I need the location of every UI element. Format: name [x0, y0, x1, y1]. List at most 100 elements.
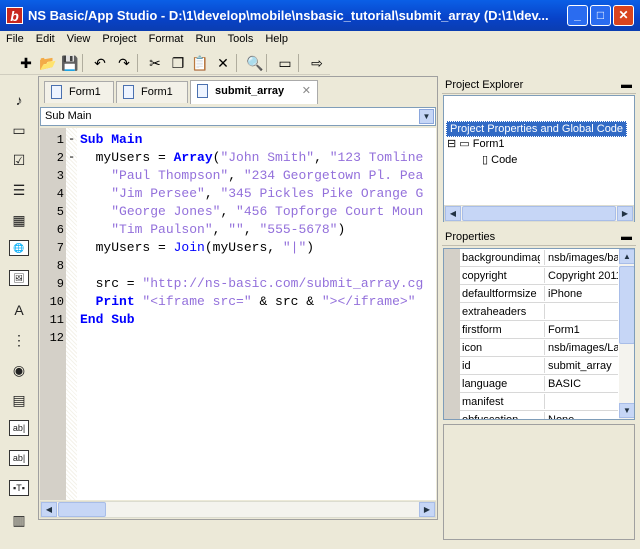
property-value[interactable]: Copyright 2011 [544, 268, 618, 283]
scroll-thumb[interactable] [462, 206, 616, 221]
property-value[interactable]: None [544, 412, 618, 419]
scroll-down-icon[interactable]: ▼ [619, 403, 634, 418]
run-arrow-icon[interactable]: ⇨ [307, 53, 327, 73]
menu-edit[interactable]: Edit [30, 31, 61, 45]
minimize-button[interactable]: _ [567, 5, 588, 26]
tree-item-code[interactable]: ▯ Code [482, 153, 517, 166]
procedure-dropdown[interactable]: Sub Main ▼ [40, 107, 436, 126]
property-value[interactable]: Form1 [544, 322, 618, 337]
menu-project[interactable]: Project [96, 31, 142, 45]
tree-item-project-properties[interactable]: Project Properties and Global Code [446, 121, 628, 137]
property-value[interactable]: nsb/images/Lau [544, 340, 618, 355]
property-row[interactable]: language BASIC [460, 375, 618, 393]
code-token: "></iframe>" [321, 294, 416, 309]
tree-item-form1[interactable]: ⊟ ▭ Form1 [447, 137, 505, 150]
form-icon [51, 85, 62, 99]
textarea-icon[interactable]: ab| [9, 450, 29, 466]
property-value[interactable]: iPhone [544, 286, 618, 301]
image-icon[interactable]: 🖼 [9, 270, 29, 286]
menu-tools[interactable]: Tools [222, 31, 260, 45]
property-value[interactable]: BASIC [544, 376, 618, 391]
globe-icon[interactable]: 🌐 [9, 240, 29, 256]
line-number: 6 [56, 223, 64, 237]
scroll-thumb[interactable] [58, 502, 106, 517]
form-icon[interactable]: ▭ [275, 53, 295, 73]
code-token: "555-5678" [259, 222, 338, 237]
scroll-right-icon[interactable]: ▶ [617, 206, 633, 221]
scroll-thumb[interactable] [619, 266, 634, 344]
calculator-icon[interactable]: ▥ [9, 510, 29, 530]
close-button[interactable]: ✕ [613, 5, 634, 26]
redo-icon[interactable]: ↷ [114, 53, 134, 73]
grid-icon[interactable]: ▦ [9, 210, 29, 230]
menu-format[interactable]: Format [143, 31, 190, 45]
property-value[interactable] [544, 304, 618, 319]
new-file-icon[interactable]: ✚ [16, 53, 36, 73]
property-value[interactable]: submit_array [544, 358, 618, 373]
tree-horizontal-scrollbar[interactable]: ◀ ▶ [444, 205, 634, 222]
button-icon[interactable]: ▭ [9, 120, 29, 140]
file-icon: ▯ [482, 154, 489, 166]
scroll-left-icon[interactable]: ◀ [41, 502, 57, 517]
cut-icon[interactable]: ✂ [145, 53, 165, 73]
property-row[interactable]: icon nsb/images/Lau [460, 339, 618, 357]
property-name: obfuscation [462, 414, 519, 420]
line-number: 2 [56, 151, 64, 165]
tab-close-icon[interactable]: ✕ [302, 84, 311, 97]
panel-close-icon[interactable]: ▬ [621, 79, 632, 91]
slider-icon[interactable]: ▪T▪ [9, 480, 29, 496]
code-area[interactable]: 1- Sub Main 2- myUsers = Array("John Smith… [40, 128, 436, 500]
label-icon[interactable]: A [9, 300, 29, 320]
tab-Form1[interactable]: Form1 [44, 81, 114, 103]
save-icon[interactable]: 💾 [60, 53, 80, 73]
paste-icon[interactable]: 📋 [190, 53, 210, 73]
property-row[interactable]: firstform Form1 [460, 321, 618, 339]
code-token: "" [228, 222, 244, 237]
find-icon[interactable]: 🔍 [245, 53, 265, 73]
picture-icon[interactable]: ▤ [9, 390, 29, 410]
property-value[interactable] [544, 394, 618, 409]
fold-marker-icon[interactable]: - [68, 132, 75, 146]
copy-icon[interactable]: ❐ [168, 53, 188, 73]
property-description-box [443, 424, 635, 540]
code-token: , [212, 222, 229, 237]
chevron-down-icon[interactable]: ▼ [419, 109, 434, 124]
code-token: (myUsers, [204, 240, 283, 255]
scroll-up-icon[interactable]: ▲ [619, 249, 634, 264]
property-row[interactable]: backgroundimage nsb/images/bac [460, 249, 618, 267]
menu-view[interactable]: View [61, 31, 97, 45]
panel-close-icon[interactable]: ▬ [621, 231, 632, 243]
checkbox-icon[interactable]: ☑ [9, 150, 29, 170]
property-row[interactable]: obfuscation None [460, 411, 618, 420]
fold-marker-icon[interactable]: - [68, 150, 75, 164]
property-row[interactable]: id submit_array [460, 357, 618, 375]
property-value[interactable]: nsb/images/bac [544, 250, 618, 265]
property-row[interactable]: copyright Copyright 2011 [460, 267, 618, 285]
property-name: backgroundimage [462, 252, 540, 264]
menu-file[interactable]: File [0, 31, 30, 45]
editor-horizontal-scrollbar[interactable]: ◀ ▶ [40, 501, 436, 518]
textbox-icon[interactable]: ab| [9, 420, 29, 436]
toolbox: ♪ ▭ ☑ ☰ ▦ 🌐 🖼 A ⋮ ◉ ▤ ab| ab| ▪T▪ ▥ [0, 76, 37, 549]
code-token: "Paul Thompson" [111, 168, 229, 183]
property-row[interactable]: manifest [460, 393, 618, 411]
open-folder-icon[interactable]: 📂 [38, 53, 58, 73]
properties-vertical-scrollbar[interactable]: ▲ ▼ [619, 249, 634, 419]
tab-Form1[interactable]: Form1 [116, 81, 188, 103]
audio-icon[interactable]: ♪ [9, 90, 29, 110]
list-icon[interactable]: ☰ [9, 180, 29, 200]
menu-run[interactable]: Run [189, 31, 221, 45]
property-row[interactable]: defaultformsize iPhone [460, 285, 618, 303]
tab-submit_array[interactable]: submit_array ✕ [190, 80, 318, 104]
property-row[interactable]: extraheaders [460, 303, 618, 321]
delete-icon[interactable]: ✕ [213, 53, 233, 73]
undo-icon[interactable]: ↶ [90, 53, 110, 73]
scroll-right-icon[interactable]: ▶ [419, 502, 435, 517]
radio-icon[interactable]: ◉ [9, 360, 29, 380]
maximize-button[interactable]: □ [590, 5, 611, 26]
code-token: "|" [282, 240, 307, 255]
scroll-left-icon[interactable]: ◀ [445, 206, 461, 221]
project-explorer-title: Project Explorer [445, 79, 524, 91]
menu-help[interactable]: Help [259, 31, 294, 45]
spacer-icon[interactable]: ⋮ [9, 330, 29, 350]
